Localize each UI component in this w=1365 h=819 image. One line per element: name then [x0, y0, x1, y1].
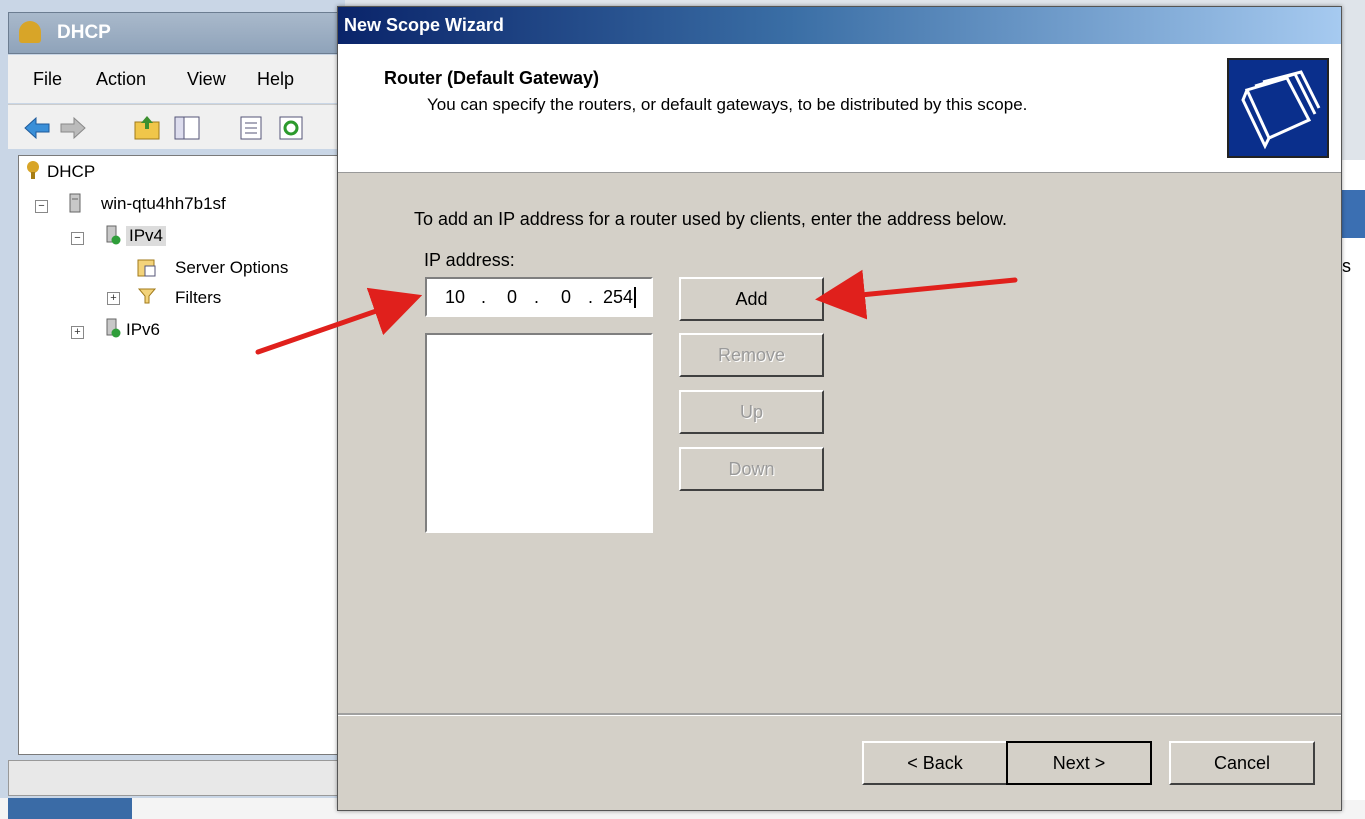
tree-item-dhcp[interactable]: DHCP	[47, 162, 95, 182]
wizard-folders-icon	[1227, 58, 1329, 158]
properties-icon[interactable]	[236, 113, 266, 143]
tree-item-filters[interactable]: Filters	[175, 288, 221, 308]
dhcp-toolbar	[8, 104, 338, 149]
down-button[interactable]: Down	[679, 447, 824, 491]
ip-octet-4[interactable]: 254	[603, 287, 637, 308]
console-tree: DHCP − win-qtu4hh7b1sf − IPv4 Server Opt…	[18, 155, 342, 755]
page-subtitle: You can specify the routers, or default …	[427, 95, 1028, 114]
background-window-right-pane: s	[1338, 160, 1365, 800]
tree-item-ipv4[interactable]: IPv4	[126, 226, 167, 246]
ip-dot: .	[481, 287, 487, 307]
taskbar-start-button[interactable]	[8, 798, 132, 819]
expand-icon[interactable]: +	[107, 292, 120, 305]
server-options-icon	[137, 259, 156, 277]
background-column-header	[1338, 190, 1365, 238]
next-button[interactable]: Next >	[1006, 741, 1152, 785]
dhcp-root-icon	[27, 161, 39, 179]
router-address-list[interactable]	[425, 333, 653, 533]
truncated-column-text: s	[1342, 256, 1351, 276]
ipv6-status-icon	[106, 318, 121, 338]
collapse-icon[interactable]: −	[71, 232, 84, 245]
page-title: Router (Default Gateway)	[384, 68, 600, 88]
expand-icon[interactable]: +	[71, 326, 84, 339]
menu-view[interactable]: View	[187, 69, 226, 90]
instruction-text: To add an IP address for a router used b…	[414, 209, 1008, 229]
add-button[interactable]: Add	[679, 277, 824, 321]
tree-item-server[interactable]: win-qtu4hh7b1sf	[101, 194, 226, 214]
ip-address-input[interactable]: 10 . 0 . 0 . 254	[425, 277, 653, 317]
ip-dot: .	[588, 287, 594, 307]
filters-icon	[137, 288, 157, 304]
ip-octet-1[interactable]: 10	[445, 287, 465, 308]
dhcp-menu-bar: File Action View Help	[8, 55, 338, 103]
status-bar	[8, 760, 340, 796]
refresh-icon[interactable]	[276, 113, 306, 143]
tree-item-ipv6[interactable]: IPv6	[126, 320, 160, 340]
menu-action[interactable]: Action	[96, 69, 146, 90]
wizard-header: Router (Default Gateway) You can specify…	[338, 44, 1341, 173]
menu-help[interactable]: Help	[257, 69, 294, 90]
show-hide-tree-icon[interactable]	[172, 113, 202, 143]
menu-file[interactable]: File	[33, 69, 62, 90]
ip-address-label: IP address:	[424, 250, 515, 270]
collapse-icon[interactable]: −	[35, 200, 48, 213]
wizard-title-bar[interactable]: New Scope Wizard	[338, 7, 1341, 44]
up-button[interactable]: Up	[679, 390, 824, 434]
wizard-body: To add an IP address for a router used b…	[338, 173, 1341, 713]
wizard-title: New Scope Wizard	[344, 15, 504, 35]
new-scope-wizard-dialog: New Scope Wizard Router (Default Gateway…	[337, 6, 1342, 811]
dhcp-title-bar[interactable]: DHCP	[8, 12, 340, 54]
up-folder-icon[interactable]	[132, 113, 162, 143]
back-button[interactable]: < Back	[862, 741, 1008, 785]
forward-arrow-icon[interactable]	[58, 113, 88, 143]
remove-button[interactable]: Remove	[679, 333, 824, 377]
dhcp-app-icon	[19, 21, 41, 43]
dhcp-window-title: DHCP	[57, 22, 111, 43]
ip-octet-3[interactable]: 0	[561, 287, 571, 308]
server-icon	[69, 193, 81, 213]
tree-item-server-options[interactable]: Server Options	[175, 258, 288, 278]
ip-dot: .	[534, 287, 540, 307]
cancel-button[interactable]: Cancel	[1169, 741, 1315, 785]
ipv4-status-icon	[106, 225, 121, 245]
back-arrow-icon[interactable]	[22, 113, 52, 143]
footer-separator	[338, 713, 1341, 716]
ip-octet-2[interactable]: 0	[507, 287, 517, 308]
